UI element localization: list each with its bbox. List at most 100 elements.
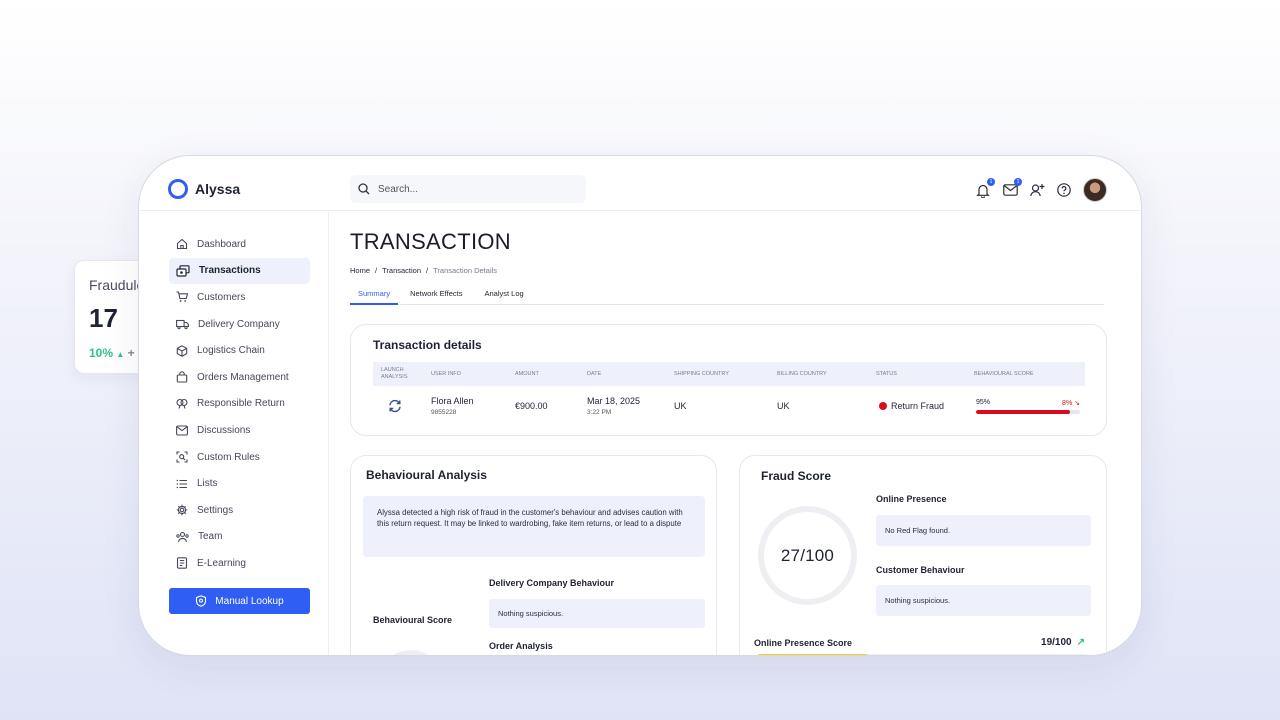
sidebar-item-label: E-Learning [197,557,246,569]
behavioural-analysis-card: Behavioural Analysis Alyssa detected a h… [350,455,717,655]
column-header: STATUS [876,370,897,377]
breadcrumb-separator: / [375,266,378,275]
score-left-value: 95% [976,398,991,406]
user-name: Flora Allen [431,396,474,406]
app-name: Alyssa [195,181,241,197]
sidebar-item-discussions[interactable]: Discussions [169,417,310,444]
tab-bar: Summary Network Effects Analyst Log [350,288,1104,305]
online-presence-score: 19/100 ↗ [1041,637,1085,648]
sidebar-item-settings[interactable]: Settings [169,497,310,524]
customer-behaviour-value: Nothing suspicious. [876,585,1091,616]
sidebar-item-delivery-company[interactable]: Delivery Company [169,311,310,338]
main-content: TRANSACTION Home / Transaction / Transac… [329,211,1141,655]
transaction-details-title: Transaction details [373,338,482,352]
search-bar[interactable] [350,175,586,203]
delivery-behaviour-title: Delivery Company Behaviour [489,578,615,588]
online-presence-title: Online Presence [876,494,947,504]
sidebar-item-label: Transactions [199,265,261,277]
table-header: LAUNCH ANALYSIS USER INFO AMOUNT DATE SH… [373,362,1085,386]
refresh-icon [389,399,401,413]
sidebar-item-orders-management[interactable]: Orders Management [169,364,310,391]
truck-icon [176,320,189,330]
column-header: BEHAVIOURAL SCORE [974,370,1034,377]
online-presence-score-value: 19/100 [1041,637,1072,648]
user-info-cell: Flora Allen 9855228 [431,386,474,426]
breadcrumb-transaction[interactable]: Transaction [382,266,421,275]
column-header: DATE [587,370,602,377]
sidebar-item-team[interactable]: Team [169,524,310,551]
behavioural-score-cell: 95% 8% ↘ [976,386,1080,426]
sidebar-item-label: Orders Management [197,371,289,383]
order-analysis-title: Order Analysis [489,641,553,651]
time-value: 3:22 PM [587,409,612,416]
status-dot-icon [879,402,887,410]
breadcrumb: Home / Transaction / Transaction Details [350,266,497,275]
online-presence-score-label: Online Presence Score [754,637,853,648]
elearning-icon [176,557,188,570]
trend-down-icon: ↘ [1074,399,1080,407]
search-input[interactable] [378,183,558,195]
launch-analysis-button[interactable] [388,386,402,426]
sidebar-item-responsible-return[interactable]: Responsible Return [169,391,310,418]
delivery-behaviour-value: Nothing suspicious. [489,599,705,628]
box-icon [176,344,188,357]
mail-icon [176,425,188,436]
date-value: Mar 18, 2025 [587,396,641,406]
app-logo[interactable]: Alyssa [168,179,240,199]
sidebar-item-logistics-chain[interactable]: Logistics Chain [169,337,310,364]
behavioural-score-label: Behavioural Score [373,615,453,625]
sidebar-item-label: Delivery Company [198,318,280,330]
mail-icon [1002,184,1018,196]
column-header: USER INFO [431,370,461,377]
user-avatar[interactable] [1083,178,1107,202]
sidebar-item-label: Discussions [197,424,251,436]
billing-country-cell: UK [777,401,790,411]
score-bar [976,409,1080,414]
notifications-badge: 1 [987,178,995,186]
top-actions: 1 1 [975,178,1107,202]
date-cell: Mar 18, 2025 3:22 PM [587,386,640,426]
bag-icon [176,371,188,383]
score-bar-fill [976,409,1070,414]
add-user-icon [1029,184,1044,197]
column-header: SHIPPING COUNTRY [674,370,729,377]
sidebar-item-label: Responsible Return [197,398,285,410]
notifications-button[interactable]: 1 [975,178,995,198]
app-window: Alyssa 1 1 [138,155,1142,656]
breadcrumb-home[interactable]: Home [350,266,370,275]
messages-badge: 1 [1014,178,1022,186]
table-row[interactable]: Flora Allen 9855228 €900.00 Mar 18, 2025… [373,386,1085,426]
fraud-score-value: 27/100 [780,545,835,565]
shield-icon [196,595,207,607]
add-user-button[interactable] [1029,182,1045,198]
transactions-icon [176,265,190,277]
return-icon [176,398,188,409]
behavioural-analysis-title: Behavioural Analysis [366,468,487,482]
manual-lookup-button[interactable]: Manual Lookup [169,588,310,614]
top-bar: Alyssa 1 1 [139,156,1141,211]
status-badge: Return Fraud [879,386,944,426]
logo-icon [168,179,188,199]
sidebar-item-customers[interactable]: Customers [169,284,310,311]
tab-analyst-log[interactable]: Analyst Log [476,288,531,305]
search-icon [358,183,370,195]
online-presence-score-fill [756,654,870,655]
sidebar-nav: Dashboard Transactions Customers Deliver… [169,231,310,577]
score-right-value: 8% ↘ [1062,399,1080,407]
help-button[interactable] [1056,182,1072,198]
sidebar-item-label: Lists [197,478,218,490]
list-icon [176,479,187,488]
tab-summary[interactable]: Summary [350,288,399,305]
fraud-score-gauge: 27/100 [758,506,857,605]
sidebar-item-transactions[interactable]: Transactions [169,257,310,285]
sidebar-item-dashboard[interactable]: Dashboard [169,231,310,258]
sidebar-item-e-learning[interactable]: E-Learning [169,550,310,577]
risk-alert: Alyssa detected a high risk of fraud in … [363,496,705,557]
online-presence-value: No Red Flag found. [876,515,1091,546]
sidebar-item-label: Team [198,531,223,543]
sidebar-item-lists[interactable]: Lists [169,470,310,497]
messages-button[interactable]: 1 [1002,178,1022,198]
tab-network-effects[interactable]: Network Effects [402,288,470,305]
sidebar-item-custom-rules[interactable]: Custom Rules [169,444,310,471]
shipping-country-cell: UK [674,401,687,411]
